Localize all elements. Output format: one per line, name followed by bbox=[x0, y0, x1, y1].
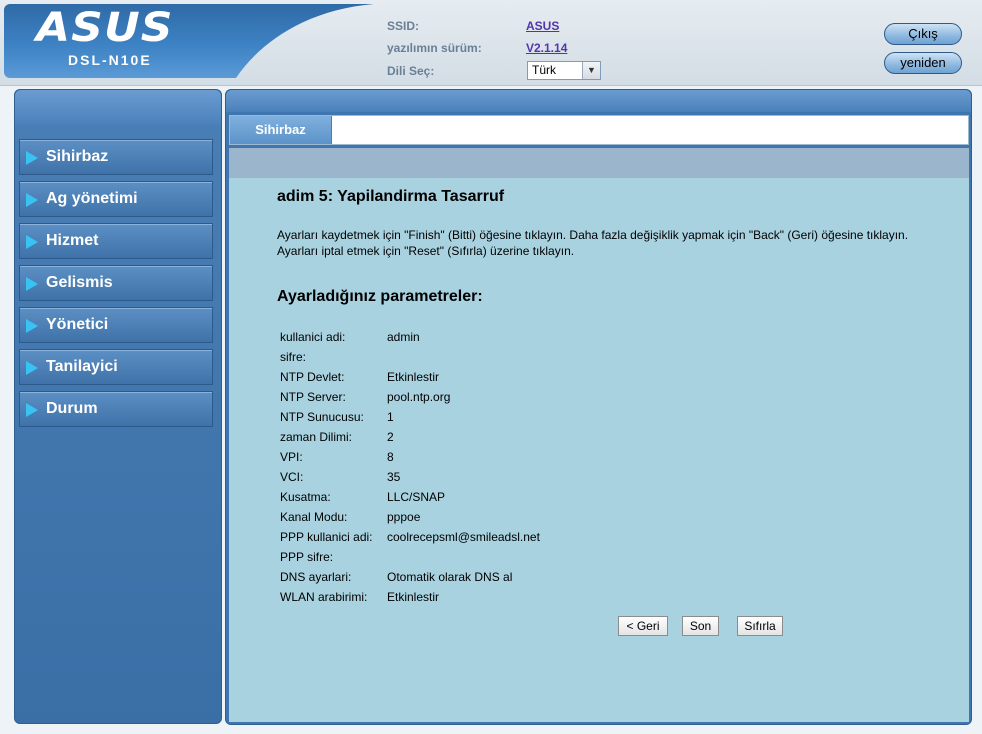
param-value: admin bbox=[387, 330, 420, 344]
param-row: kullanici adi: admin bbox=[280, 330, 680, 350]
page-description: Ayarları kaydetmek için "Finish" (Bitti)… bbox=[277, 228, 909, 258]
param-row: VPI: 8 bbox=[280, 450, 680, 470]
sidebar-header bbox=[15, 90, 221, 126]
main-panel: Sihirbaz adim 5: Yapilandirma Tasarruf A… bbox=[225, 89, 972, 725]
language-select[interactable]: Türk ▼ bbox=[527, 61, 601, 80]
params-title: Ayarladığınız parametreler: bbox=[277, 288, 483, 305]
sidebar-item-label: Tanilayici bbox=[46, 358, 118, 375]
arrow-right-icon bbox=[26, 193, 38, 207]
sidebar-item-label: Hizmet bbox=[46, 232, 99, 249]
header-bar: ASUS DSL-N10E SSID: ASUS yazılımın sürüm… bbox=[0, 0, 982, 86]
logout-button[interactable]: Çıkış bbox=[884, 23, 962, 45]
arrow-right-icon bbox=[26, 319, 38, 333]
param-key: Kanal Modu: bbox=[280, 510, 348, 524]
tab-sihirbaz[interactable]: Sihirbaz bbox=[230, 116, 332, 144]
language-label: Dili Seç: bbox=[387, 64, 435, 78]
sidebar-item-durum[interactable]: Durum bbox=[19, 391, 213, 427]
param-row: NTP Sunucusu: 1 bbox=[280, 410, 680, 430]
finish-button[interactable]: Son bbox=[682, 616, 719, 636]
asus-logo: ASUS bbox=[36, 5, 174, 51]
param-key: PPP sifre: bbox=[280, 550, 334, 564]
param-row: Kusatma: LLC/SNAP bbox=[280, 490, 680, 510]
param-row: PPP kullanici adi: coolrecepsml@smileads… bbox=[280, 530, 680, 550]
param-key: NTP Server: bbox=[280, 390, 346, 404]
param-value: pppoe bbox=[387, 510, 421, 524]
param-row: Kanal Modu: pppoe bbox=[280, 510, 680, 530]
param-value: 1 bbox=[387, 410, 394, 424]
param-value: Etkinlestir bbox=[387, 370, 440, 384]
sidebar-item-label: Durum bbox=[46, 400, 98, 417]
param-row: VCI: 35 bbox=[280, 470, 680, 490]
model-name: DSL-N10E bbox=[68, 52, 152, 68]
param-key: DNS ayarlari: bbox=[280, 570, 352, 584]
param-key: NTP Sunucusu: bbox=[280, 410, 364, 424]
param-value: 35 bbox=[387, 470, 401, 484]
param-row: PPP sifre: bbox=[280, 550, 680, 570]
param-key: PPP kullanici adi: bbox=[280, 530, 373, 544]
arrow-right-icon bbox=[26, 361, 38, 375]
param-value: Otomatik olarak DNS al bbox=[387, 570, 513, 584]
tab-bar: Sihirbaz bbox=[229, 115, 969, 145]
sub-header-strip bbox=[229, 148, 969, 178]
param-key: WLAN arabirimi: bbox=[280, 590, 368, 604]
sidebar-item-label: Sihirbaz bbox=[46, 148, 109, 165]
firmware-link[interactable]: V2.1.14 bbox=[526, 41, 567, 55]
sidebar-item-ag-yonetimi[interactable]: Ag yönetimi bbox=[19, 181, 213, 217]
param-value: coolrecepsml@smileadsl.net bbox=[387, 530, 540, 544]
param-key: VPI: bbox=[280, 450, 303, 464]
reset-button[interactable]: Sıfırla bbox=[737, 616, 783, 636]
arrow-right-icon bbox=[26, 277, 38, 291]
content-area: adim 5: Yapilandirma Tasarruf Ayarları k… bbox=[229, 178, 969, 722]
param-value: pool.ntp.org bbox=[387, 390, 451, 404]
param-key: VCI: bbox=[280, 470, 304, 484]
chevron-down-icon[interactable]: ▼ bbox=[582, 62, 600, 79]
param-value: 2 bbox=[387, 430, 394, 444]
param-row: NTP Devlet: Etkinlestir bbox=[280, 370, 680, 390]
param-value: Etkinlestir bbox=[387, 590, 440, 604]
sidebar-item-tanilayici[interactable]: Tanilayici bbox=[19, 349, 213, 385]
ssid-label: SSID: bbox=[387, 19, 420, 33]
param-row: WLAN arabirimi: Etkinlestir bbox=[280, 590, 680, 610]
param-key: NTP Devlet: bbox=[280, 370, 345, 384]
back-button[interactable]: < Geri bbox=[618, 616, 668, 636]
param-key: Kusatma: bbox=[280, 490, 331, 504]
param-key: zaman Dilimi: bbox=[280, 430, 353, 444]
sidebar: Sihirbaz Ag yönetimi Hizmet Gelismis Yön… bbox=[14, 89, 222, 724]
param-row: NTP Server: pool.ntp.org bbox=[280, 390, 680, 410]
arrow-right-icon bbox=[26, 151, 38, 165]
arrow-right-icon bbox=[26, 403, 38, 417]
ssid-link[interactable]: ASUS bbox=[526, 19, 559, 33]
page-title: adim 5: Yapilandirma Tasarruf bbox=[277, 188, 505, 205]
param-value: 8 bbox=[387, 450, 394, 464]
sidebar-item-label: Ag yönetimi bbox=[46, 190, 138, 207]
param-row: zaman Dilimi: 2 bbox=[280, 430, 680, 450]
sidebar-item-yonetici[interactable]: Yönetici bbox=[19, 307, 213, 343]
param-row: sifre: bbox=[280, 350, 680, 370]
sidebar-item-hizmet[interactable]: Hizmet bbox=[19, 223, 213, 259]
param-row: DNS ayarlari: Otomatik olarak DNS al bbox=[280, 570, 680, 590]
reboot-button[interactable]: yeniden bbox=[884, 52, 962, 74]
sidebar-item-label: Yönetici bbox=[46, 316, 109, 333]
param-key: kullanici adi: bbox=[280, 330, 346, 344]
language-selected-value: Türk bbox=[532, 63, 556, 77]
param-key: sifre: bbox=[280, 350, 307, 364]
main-panel-header bbox=[226, 90, 971, 112]
sidebar-item-gelismis[interactable]: Gelismis bbox=[19, 265, 213, 301]
sidebar-item-sihirbaz[interactable]: Sihirbaz bbox=[19, 139, 213, 175]
firmware-label: yazılımın sürüm: bbox=[387, 41, 482, 55]
sidebar-item-label: Gelismis bbox=[46, 274, 113, 291]
arrow-right-icon bbox=[26, 235, 38, 249]
param-value: LLC/SNAP bbox=[387, 490, 446, 504]
